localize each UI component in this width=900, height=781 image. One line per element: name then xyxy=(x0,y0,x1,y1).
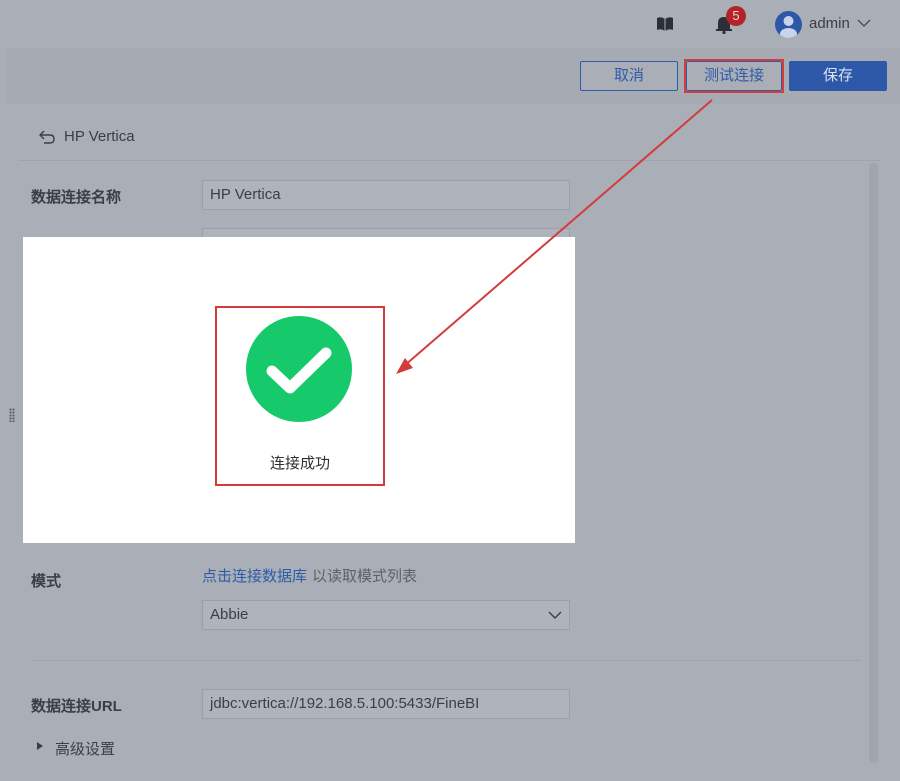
advanced-settings-toggle[interactable]: 高级设置 xyxy=(55,738,115,759)
url-label: 数据连接URL xyxy=(31,698,122,715)
url-input[interactable]: jdbc:vertica://192.168.5.100:5433/FineBI xyxy=(202,689,570,719)
schema-select[interactable]: Abbie xyxy=(202,600,570,630)
check-icon xyxy=(266,347,332,394)
top-bar xyxy=(0,0,900,48)
schema-hint: 以读取模式列表 xyxy=(312,568,418,585)
breadcrumb: HP Vertica xyxy=(64,128,135,145)
connect-database-link[interactable]: 点击连接数据库 xyxy=(202,565,307,586)
success-message: 连接成功 xyxy=(269,455,330,472)
avatar[interactable] xyxy=(775,11,802,38)
scrollbar[interactable] xyxy=(869,163,878,763)
user-name[interactable]: admin xyxy=(809,15,850,32)
notification-badge: 5 xyxy=(726,6,746,26)
book-icon[interactable] xyxy=(656,16,674,32)
user-icon xyxy=(780,16,797,38)
back-icon[interactable] xyxy=(38,129,56,145)
connection-name-input[interactable]: HP Vertica xyxy=(202,180,570,210)
divider xyxy=(31,660,861,661)
cancel-button[interactable]: 取消 xyxy=(580,61,678,91)
test-connection-highlight xyxy=(684,59,784,93)
chevron-down-icon[interactable] xyxy=(857,18,871,28)
caret-right-icon[interactable] xyxy=(37,742,43,750)
divider xyxy=(18,160,880,161)
chevron-down-icon[interactable] xyxy=(548,610,562,620)
check-circle-icon xyxy=(246,316,352,422)
save-button[interactable]: 保存 xyxy=(789,61,887,91)
connection-name-label: 数据连接名称 xyxy=(31,189,122,206)
schema-label: 模式 xyxy=(31,573,62,590)
drag-handle-icon[interactable] xyxy=(9,408,15,422)
